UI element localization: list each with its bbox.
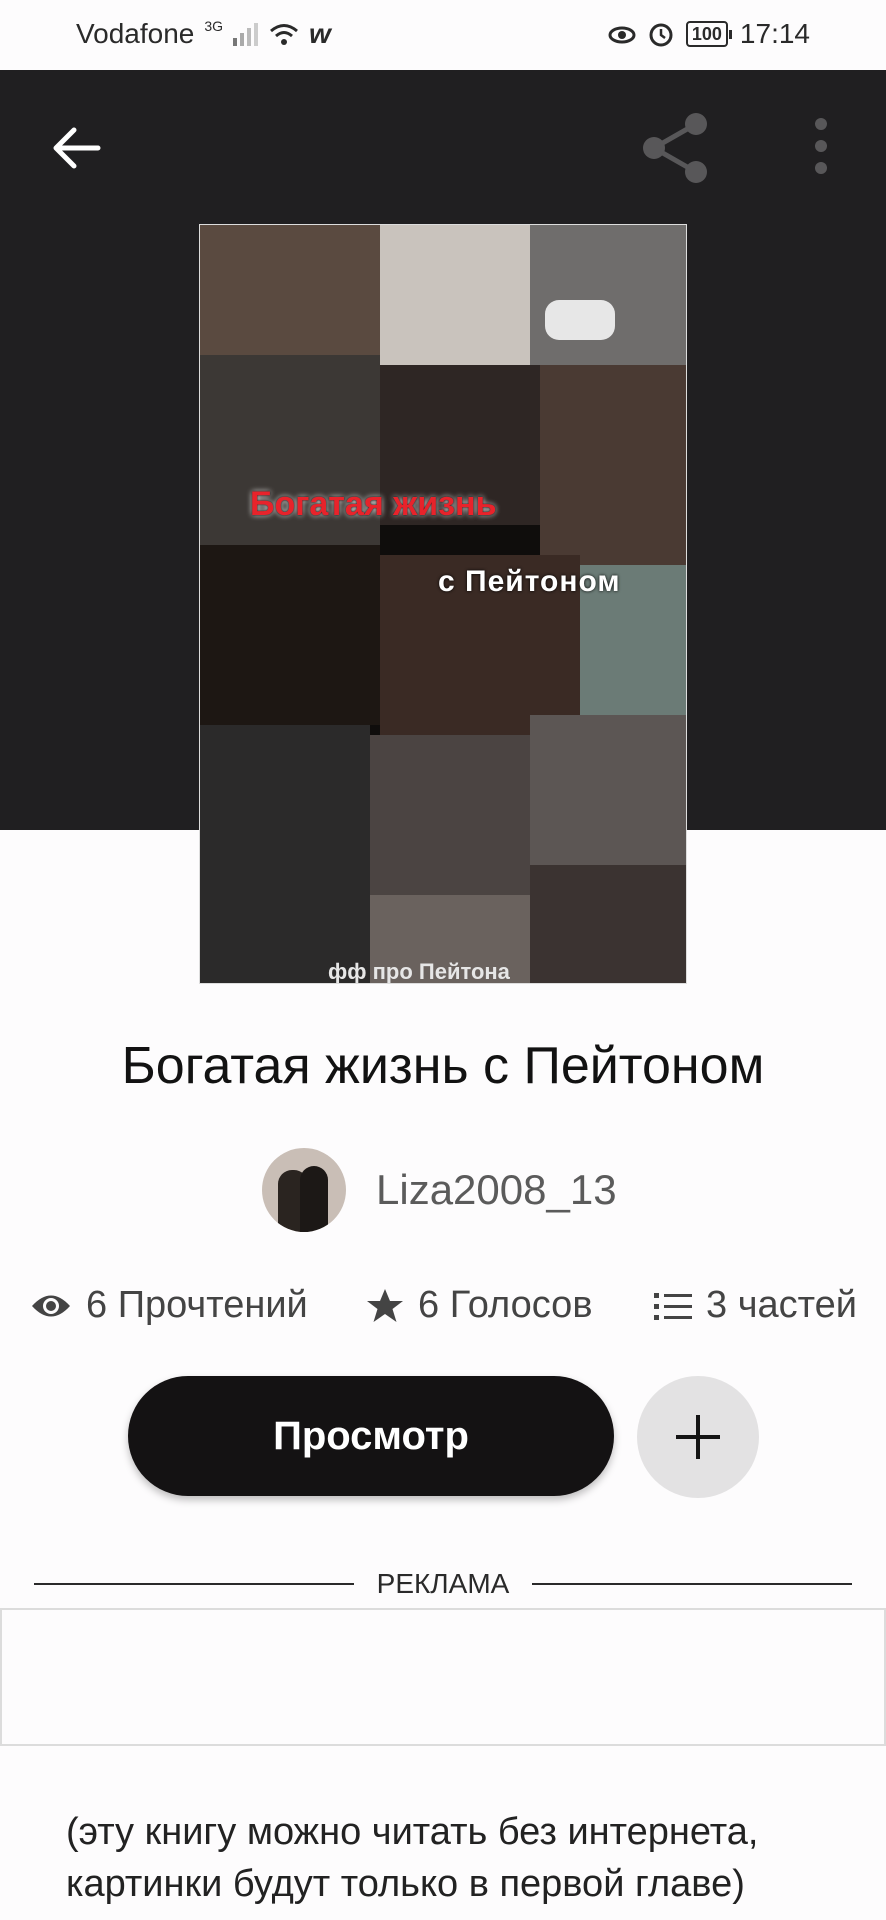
battery-indicator: 100 [685,21,732,47]
plus-icon [676,1415,720,1459]
share-icon [643,113,707,183]
eye-icon [32,1295,70,1316]
author-name[interactable]: Liza2008_13 [376,1166,617,1214]
cover-collage-tile [530,715,686,865]
share-button[interactable] [638,110,714,186]
clock: 17:14 [739,18,810,49]
parts-count: 3 частей [706,1284,857,1326]
list-icon [654,1292,692,1320]
cover-collage-tile [370,735,530,895]
read-button[interactable]: Просмотр [128,1376,614,1496]
cover-collage-tile [200,725,370,983]
eye-comfort-icon [608,26,636,44]
add-to-library-button[interactable] [637,1376,759,1498]
book-description: (эту книгу можно читать без интернета, к… [66,1811,759,1905]
star-icon [367,1288,403,1322]
alarm-icon [649,23,673,47]
ad-label: РЕКЛАМА [376,1568,510,1599]
back-button[interactable] [48,118,108,178]
parts-stat: 3 частей [654,1284,857,1327]
author-link[interactable]: Liza2008_13 [262,1148,617,1232]
avatar-figure [300,1166,328,1232]
cover-footer-text: фф про Пейтона [328,959,510,984]
wifi-icon [270,24,298,45]
status-right: 100 17:14 [608,18,810,50]
ad-container[interactable] [0,1608,886,1746]
carrier-name: Vodafone [76,18,195,49]
ad-divider-right [532,1583,852,1585]
cover-collage-tile [545,300,615,340]
reads-count: 6 Прочтений [86,1284,308,1326]
book-title: Богатая жизнь с Пейтоном [121,1037,765,1095]
book-stats: 6 Прочтений 6 Голосов 3 частей [0,1284,886,1340]
app-notification-icon: w [309,18,331,49]
cover-collage-tile [200,225,380,355]
author-avatar[interactable] [262,1148,346,1232]
votes-count: 6 Голосов [418,1284,593,1326]
cover-collage-tile [540,365,686,565]
cover-title-line2: с Пейтоном [438,565,621,598]
signal-icon [233,23,259,46]
cover-collage-tile [380,225,530,365]
status-left: Vodafone 3G w [76,18,331,50]
cover-title-line1: Богатая жизнь [250,485,497,523]
more-options-button[interactable] [806,116,836,176]
status-bar: Vodafone 3G w 100 17:14 [0,0,886,70]
ad-divider-left [34,1583,354,1585]
network-indicator: 3G [204,18,224,34]
book-cover[interactable]: Богатая жизнь с Пейтоном фф про Пейтона [199,224,687,984]
arrow-left-icon [53,127,101,169]
votes-stat: 6 Голосов [366,1284,593,1327]
cover-collage-tile [530,865,686,983]
cover-collage-tile [530,225,686,365]
reads-stat: 6 Прочтений [30,1284,308,1327]
more-vertical-icon [815,118,827,174]
cover-collage-tile [200,545,380,725]
